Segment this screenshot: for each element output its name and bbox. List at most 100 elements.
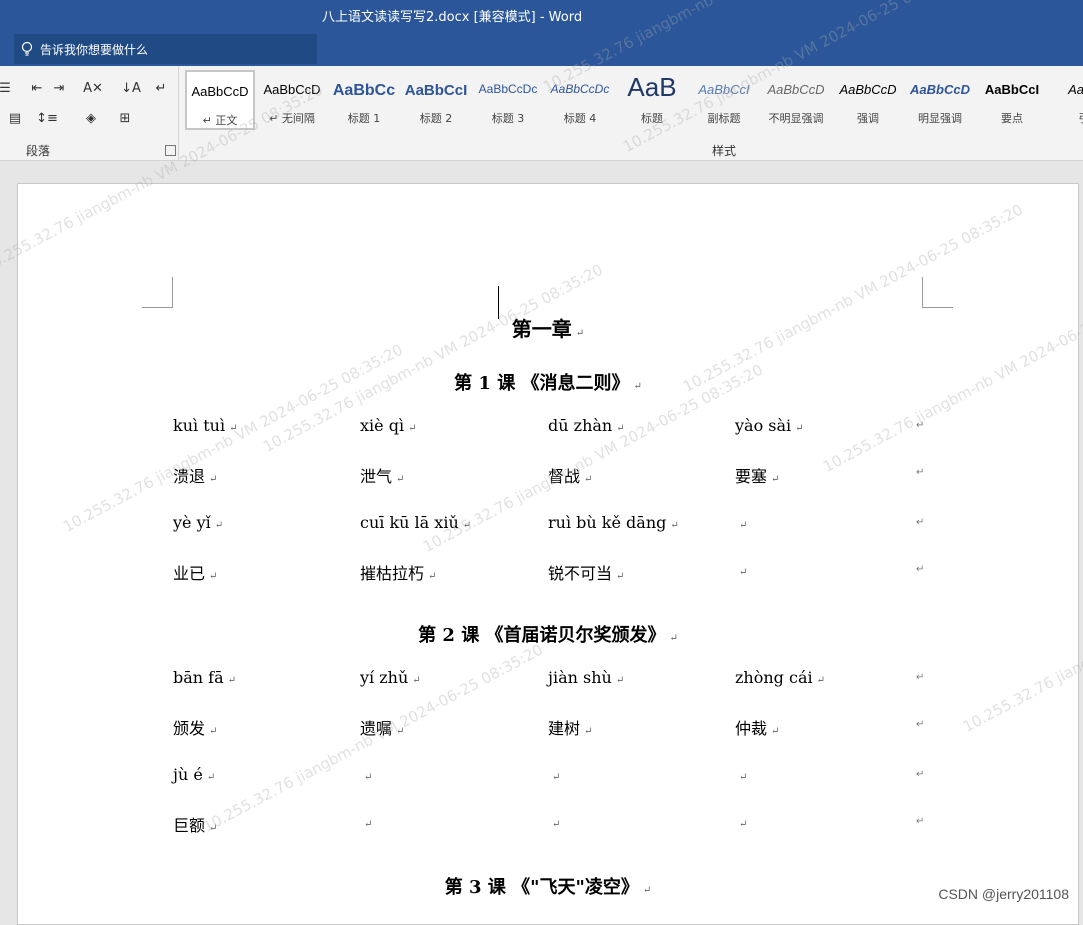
- cell-end-mark: ↵: [616, 423, 625, 434]
- style-tile[interactable]: AaBbCcDc 标题 3: [473, 70, 543, 130]
- style-sample: AaB: [627, 72, 677, 102]
- table-cell[interactable]: kuì tuì ↵: [173, 416, 237, 435]
- cell-text: ruì bù kě dāng: [548, 513, 667, 532]
- table-cell[interactable]: ↵: [735, 560, 747, 579]
- cell-end-mark: ↵: [584, 726, 593, 737]
- bullets-icon[interactable]: ☰: [0, 78, 16, 98]
- table-cell[interactable]: 督战 ↵: [548, 463, 592, 487]
- style-name: 标题 4: [563, 112, 597, 125]
- style-sample: AaBbCcI: [404, 82, 468, 99]
- style-tile[interactable]: AaBbCc 标题 1: [329, 70, 399, 130]
- chinese-layout-icon[interactable]: A✕: [82, 78, 104, 98]
- table-cell[interactable]: zhòng cái ↵: [735, 668, 825, 687]
- cell-text: 巨额: [173, 816, 206, 835]
- justify-icon[interactable]: ▤: [4, 108, 26, 128]
- sort-icon[interactable]: ↓A: [120, 78, 142, 98]
- table-cell[interactable]: 要塞 ↵: [735, 463, 779, 487]
- style-sample: AaBbCcI: [698, 82, 750, 97]
- cell-end-mark: ↵: [739, 567, 748, 578]
- style-name: 要点: [1001, 112, 1023, 125]
- style-tile[interactable]: AaBbCcD ↵ 正文: [185, 70, 255, 130]
- style-name: ↵ 无间隔: [269, 112, 315, 125]
- table-cell[interactable]: 颁发 ↵: [173, 715, 217, 739]
- row-end-mark: ↵: [916, 769, 925, 780]
- style-sample: AaBbCcD: [767, 82, 825, 97]
- table-cell[interactable]: dū zhàn ↵: [548, 416, 625, 435]
- cell-text: 溃退: [173, 467, 206, 486]
- lesson-heading-text: 第 3 课 《"飞天"凌空》: [444, 877, 639, 898]
- cell-text: bān fā: [173, 668, 224, 687]
- table-cell[interactable]: ↵: [360, 812, 372, 831]
- table-cell[interactable]: ↵: [360, 765, 372, 784]
- table-cell[interactable]: bān fā ↵: [173, 668, 236, 687]
- table-cell[interactable]: jù é ↵: [173, 765, 215, 784]
- table-cell[interactable]: 摧枯拉朽 ↵: [360, 560, 436, 584]
- style-tile[interactable]: AaBbCcI 要点: [977, 70, 1047, 130]
- cell-end-mark: ↵: [229, 423, 238, 434]
- cell-text: yí zhǔ: [360, 668, 409, 687]
- cell-end-mark: ↵: [428, 571, 437, 582]
- style-name: 标题: [641, 112, 663, 125]
- style-tile[interactable]: AaBbCcDc 标题 4: [545, 70, 615, 130]
- table-cell[interactable]: ↵: [735, 513, 747, 532]
- cell-end-mark: ↵: [209, 726, 218, 737]
- style-tile[interactable]: AaBbCcI 标题 2: [401, 70, 471, 130]
- line-spacing-icon[interactable]: ↕≡: [36, 108, 58, 128]
- table-cell[interactable]: ruì bù kě dāng ↵: [548, 513, 679, 532]
- style-tile[interactable]: AaBbCcD ↵ 无间隔: [257, 70, 327, 130]
- style-sample: AaBbCc: [332, 82, 396, 99]
- cell-end-mark: ↵: [227, 675, 237, 686]
- table-cell[interactable]: 锐不可当 ↵: [548, 560, 624, 584]
- table-cell[interactable]: cuī kū lā xiǔ ↵: [360, 513, 471, 532]
- style-sample: AaBbCcDc: [478, 82, 538, 96]
- table-cell[interactable]: xiè qì ↵: [360, 416, 416, 435]
- table-cell[interactable]: 溃退 ↵: [173, 463, 217, 487]
- document-page[interactable]: 第一章 ↵ 第 1 课 《消息二则》 ↵ kuì tuì ↵ xiè qì ↵ dū zhàn…: [17, 183, 1079, 925]
- style-tile[interactable]: AaBbCcD 明显强调: [905, 70, 975, 130]
- style-sample: AaBbCcD: [910, 82, 970, 97]
- cell-end-mark: ↵: [771, 726, 780, 737]
- style-tile[interactable]: AaBbCcI 副标题: [689, 70, 759, 130]
- table-cell[interactable]: yào sài ↵: [735, 416, 804, 435]
- paragraph-mark: ↵: [633, 381, 642, 392]
- show-marks-icon[interactable]: ↵: [150, 78, 172, 98]
- table-cell[interactable]: ↵: [735, 765, 747, 784]
- style-tile[interactable]: AaBb 引: [1049, 70, 1083, 130]
- cell-end-mark: ↵: [552, 819, 561, 830]
- table-cell[interactable]: 遗嘱 ↵: [360, 715, 404, 739]
- crop-mark-left: [142, 277, 173, 308]
- style-name: 标题 2: [419, 112, 453, 125]
- style-tile[interactable]: AaB 标题: [617, 70, 687, 130]
- increase-indent-icon[interactable]: ⇥: [48, 78, 70, 98]
- style-tile[interactable]: AaBbCcD 不明显强调: [761, 70, 831, 130]
- cell-end-mark: ↵: [412, 675, 421, 686]
- style-name: 标题 1: [347, 112, 381, 125]
- styles-gallery: AaBbCcD ↵ 正文 AaBbCcD ↵ 无间隔 AaBbCc 标题 1 AaBbCcI…: [182, 70, 1083, 134]
- table-cell[interactable]: yè yǐ ↵: [173, 513, 223, 532]
- table-cell[interactable]: ↵: [548, 812, 560, 831]
- table-cell[interactable]: 巨额 ↵: [173, 812, 217, 836]
- dialog-launcher-icon[interactable]: [165, 145, 176, 156]
- style-name: 副标题: [707, 112, 741, 125]
- style-tile[interactable]: AaBbCcD 强调: [833, 70, 903, 130]
- table-cell[interactable]: 建树 ↵: [548, 715, 592, 739]
- table-cell[interactable]: 业已 ↵: [173, 560, 217, 584]
- table-cell[interactable]: ↵: [735, 812, 747, 831]
- cell-text: xiè qì: [360, 416, 405, 435]
- borders-icon[interactable]: ⊞: [114, 108, 136, 128]
- tell-me-search[interactable]: 告诉我你想要做什么: [14, 34, 317, 64]
- table-cell[interactable]: yí zhǔ ↵: [360, 668, 421, 687]
- lesson-heading: 第 2 课 《首届诺贝尔奖颁发》 ↵: [18, 621, 1078, 647]
- decrease-indent-icon[interactable]: ⇤: [26, 78, 48, 98]
- table-cell[interactable]: 仲裁 ↵: [735, 715, 779, 739]
- styles-group-label: 样式: [712, 144, 737, 158]
- shading-icon[interactable]: ◈: [80, 108, 102, 128]
- table-cell[interactable]: jiàn shù ↵: [548, 668, 624, 687]
- cell-text: 遗嘱: [360, 719, 393, 738]
- table-cell[interactable]: 泄气 ↵: [360, 463, 404, 487]
- table-cell[interactable]: ↵: [548, 765, 560, 784]
- paragraph-group-label: 段落: [26, 144, 51, 158]
- ribbon: ☰ ⇤ ⇥ A✕ ↓A ↵ ▤ ↕≡ ◈ ⊞ 段落 AaBbCcD ↵ 正文 AaB…: [0, 66, 1083, 161]
- cell-end-mark: ↵: [816, 675, 826, 686]
- row-end-mark: ↵: [916, 719, 925, 730]
